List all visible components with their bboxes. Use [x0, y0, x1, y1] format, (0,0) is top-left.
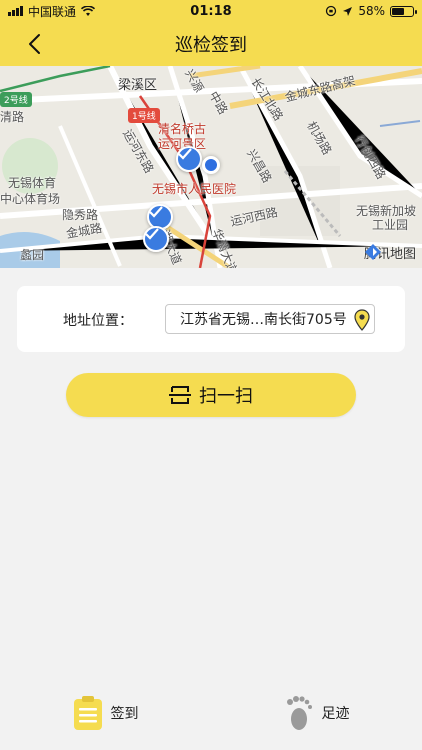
tab-checkin[interactable]: 签到	[0, 686, 211, 740]
checkin-marker[interactable]	[176, 146, 202, 172]
tencent-map-logo-icon	[364, 244, 381, 260]
map-view[interactable]: 梁溪区 1号线 2号线 清路 清名桥古 运河景区 兴源 中路 长江北路 金城东路…	[0, 66, 422, 268]
scan-icon	[169, 386, 191, 404]
check-icon	[178, 148, 192, 160]
cellular-signal-icon	[8, 6, 23, 16]
address-field[interactable]: 江苏省无锡…南长街705号	[165, 304, 375, 334]
status-left: 中国联通	[8, 3, 325, 20]
address-card: 地址位置： 江苏省无锡…南长街705号	[17, 286, 405, 352]
battery-icon	[390, 5, 417, 17]
page-title: 巡检签到	[175, 35, 247, 56]
map-label: 蠡园	[20, 248, 45, 262]
tab-checkin-label: 签到	[110, 706, 139, 722]
scan-button[interactable]: 扫一扫	[66, 373, 356, 417]
map-label: 梁溪区	[118, 78, 158, 93]
status-right: 58%	[325, 4, 417, 18]
orientation-lock-icon	[326, 5, 337, 17]
current-location-dot	[202, 156, 220, 174]
carrier-name: 中国联通	[28, 4, 77, 19]
hospital-label: 无锡市人民医院	[152, 182, 237, 196]
location-pin-icon	[354, 309, 370, 331]
status-bar: 中国联通 01:18 58%	[0, 0, 422, 22]
chevron-left-icon	[29, 34, 40, 54]
check-icon	[149, 206, 163, 218]
metro-line-badge: 1号线	[128, 108, 160, 123]
tab-footprint-label: 足迹	[321, 706, 350, 722]
back-button[interactable]	[20, 30, 48, 58]
address-value: 江苏省无锡…南长街705号	[180, 312, 347, 328]
footprint-icon	[286, 696, 312, 730]
nav-bar: 巡检签到	[0, 22, 422, 66]
tab-footprint[interactable]: 足迹	[211, 686, 422, 740]
wifi-icon	[81, 5, 96, 16]
location-arrow-icon	[343, 6, 353, 16]
check-icon	[145, 228, 159, 240]
metro-line-badge: 2号线	[0, 92, 32, 107]
scan-label: 扫一扫	[199, 386, 253, 407]
map-label: 中心体育场	[0, 192, 61, 206]
battery-percent: 58%	[358, 4, 385, 18]
tab-bar: 签到 足迹	[0, 686, 422, 740]
map-label: 无锡体育	[8, 176, 57, 190]
address-label: 地址位置：	[63, 313, 133, 329]
map-logo: 腾讯地图	[364, 243, 416, 262]
map-label: 工业园	[372, 218, 409, 232]
map-label: 清路	[0, 110, 25, 124]
checkin-marker[interactable]	[143, 226, 169, 252]
clipboard-icon	[73, 696, 102, 730]
